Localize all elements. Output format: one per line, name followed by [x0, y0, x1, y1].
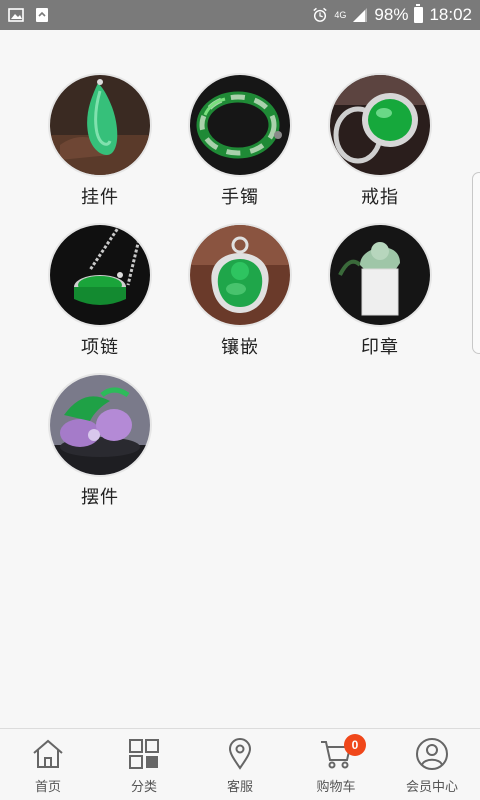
gallery-notification-icon — [8, 7, 24, 23]
tab-label: 客服 — [226, 780, 253, 795]
user-icon — [415, 737, 449, 771]
jade-seal-image — [330, 225, 430, 325]
cart-count-badge: 0 — [344, 734, 366, 756]
category-label: 镶嵌 — [221, 337, 259, 358]
clock-time: 18:02 — [429, 5, 472, 24]
category-item-necklace[interactable]: 项链 — [40, 225, 160, 359]
jade-ornament-image — [50, 375, 150, 475]
tab-category[interactable]: 分类 — [96, 729, 192, 800]
jade-bangle-image — [190, 75, 290, 175]
location-pin-icon — [223, 737, 257, 771]
category-item-bangle[interactable]: 手镯 — [180, 75, 300, 209]
category-item-ring[interactable]: 戒指 — [320, 75, 440, 209]
category-label: 戒指 — [361, 187, 399, 208]
tab-home[interactable]: 首页 — [0, 729, 96, 800]
tab-label: 分类 — [130, 780, 157, 795]
jade-inlay-image — [190, 225, 290, 325]
tab-label: 购物车 — [316, 780, 356, 795]
tab-label: 首页 — [34, 780, 61, 795]
grid-icon — [127, 737, 161, 771]
signal-icon — [352, 7, 368, 23]
category-label: 印章 — [361, 337, 399, 358]
side-scroll-handle[interactable] — [472, 172, 480, 354]
tab-label: 会员中心 — [405, 780, 458, 795]
tab-customer-service[interactable]: 客服 — [192, 729, 288, 800]
jade-pendant-image — [50, 75, 150, 175]
jade-necklace-image — [50, 225, 150, 325]
category-item-seal[interactable]: 印章 — [320, 225, 440, 359]
battery-percent: 98% — [374, 5, 409, 24]
jade-ring-image — [330, 75, 430, 175]
category-item-pendant[interactable]: 挂件 — [40, 75, 160, 209]
category-label: 项链 — [81, 337, 119, 358]
update-notification-icon — [34, 7, 50, 23]
tab-member-center[interactable]: 会员中心 — [384, 729, 480, 800]
category-grid: 挂件 手镯 戒指 项链 镶嵌 印章 摆件 — [0, 30, 480, 728]
category-label: 挂件 — [81, 187, 119, 208]
battery-icon — [414, 4, 424, 23]
category-item-inlay[interactable]: 镶嵌 — [180, 225, 300, 359]
home-icon — [31, 737, 65, 771]
category-item-ornament[interactable]: 摆件 — [40, 375, 160, 509]
category-label: 摆件 — [81, 487, 119, 508]
tab-cart[interactable]: 0 购物车 — [288, 729, 384, 800]
alarm-icon — [312, 7, 328, 23]
bottom-tab-bar: 首页 分类 客服 0 购物车 会员中心 — [0, 728, 480, 800]
category-label: 手镯 — [221, 187, 259, 208]
status-bar: 4G 98% 18:02 — [0, 0, 480, 30]
network-type-label: 4G — [334, 9, 347, 20]
